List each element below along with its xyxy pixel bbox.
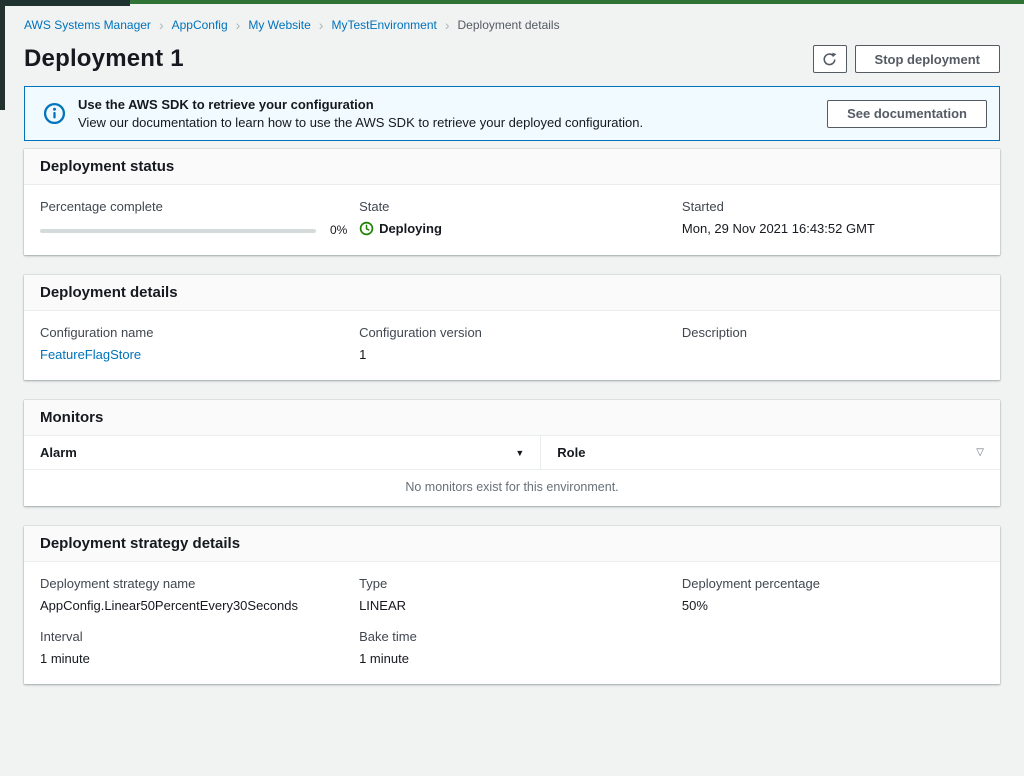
state-label: State [359,199,682,214]
configuration-version-label: Configuration version [359,325,682,340]
refresh-icon [822,52,837,67]
percentage-complete-label: Percentage complete [40,199,359,214]
monitors-empty-state: No monitors exist for this environment. [24,470,1000,506]
page-title: Deployment 1 [24,45,184,73]
monitors-title: Monitors [40,409,103,426]
description-label: Description [682,325,984,340]
started-value: Mon, 29 Nov 2021 16:43:52 GMT [682,221,984,236]
stop-deployment-button[interactable]: Stop deployment [855,45,1000,73]
deployment-strategy-card: Deployment strategy details Deployment s… [24,526,1000,684]
breadcrumb-link-my-website[interactable]: My Website [248,18,310,32]
role-column-label: Role [557,445,585,460]
banner-text-block: Use the AWS SDK to retrieve your configu… [78,97,815,130]
refresh-button[interactable] [813,45,847,73]
configuration-name-label: Configuration name [40,325,359,340]
breadcrumb-link-aws-systems-manager[interactable]: AWS Systems Manager [24,18,151,32]
sortable-icon: ▽ [976,447,984,458]
breadcrumb-separator-icon: › [236,18,241,32]
strategy-name-field: Deployment strategy name AppConfig.Linea… [40,576,359,613]
strategy-type-label: Type [359,576,682,591]
started-field: Started Mon, 29 Nov 2021 16:43:52 GMT [682,199,984,237]
role-column-header[interactable]: Role ▽ [541,436,1000,469]
configuration-version-value: 1 [359,347,682,362]
deployment-details-card: Deployment details Configuration name Fe… [24,275,1000,380]
info-icon [43,102,66,125]
state-text: Deploying [379,221,442,236]
deployment-details-title: Deployment details [40,284,178,301]
percentage-complete-field: Percentage complete 0% [40,199,359,237]
breadcrumb-separator-icon: › [159,18,164,32]
alarm-column-label: Alarm [40,445,77,460]
deployment-details-header: Deployment details [24,275,1000,311]
window-left-edge [0,0,5,110]
strategy-type-value: LINEAR [359,598,682,613]
banner-title: Use the AWS SDK to retrieve your configu… [78,97,815,112]
sort-descending-icon: ▼ [515,448,524,458]
interval-field: Interval 1 minute [40,629,359,666]
deployment-status-title: Deployment status [40,158,174,175]
progress-bar [40,229,316,233]
bake-time-label: Bake time [359,629,682,644]
deploying-clock-icon [359,221,374,236]
deployment-status-card: Deployment status Percentage complete 0%… [24,149,1000,255]
bake-time-value: 1 minute [359,651,682,666]
deployment-percentage-value: 50% [682,598,984,613]
interval-label: Interval [40,629,359,644]
banner-description: View our documentation to learn how to u… [78,115,815,130]
deployment-strategy-title: Deployment strategy details [40,535,240,552]
deployment-percentage-field: Deployment percentage 50% [682,576,984,613]
strategy-name-label: Deployment strategy name [40,576,359,591]
progress-percentage: 0% [330,223,347,237]
state-value: Deploying [359,221,682,236]
interval-value: 1 minute [40,651,359,666]
bake-time-field: Bake time 1 minute [359,629,682,666]
configuration-name-field: Configuration name FeatureFlagStore [40,325,359,362]
breadcrumb-current: Deployment details [458,18,560,32]
window-top-edge-dark [0,0,130,6]
window-top-edge [0,0,1024,4]
breadcrumb-link-mytestenvironment[interactable]: MyTestEnvironment [331,18,436,32]
monitors-card: Monitors Alarm ▼ Role ▽ No monitors exis… [24,400,1000,506]
page-actions: Stop deployment [813,45,1000,73]
state-field: State Deploying [359,199,682,237]
breadcrumb: AWS Systems Manager › AppConfig › My Web… [24,0,1000,32]
monitors-header: Monitors [24,400,1000,436]
started-label: Started [682,199,984,214]
configuration-version-field: Configuration version 1 [359,325,682,362]
info-banner: Use the AWS SDK to retrieve your configu… [24,86,1000,141]
appconfig-deployment-page: AWS Systems Manager › AppConfig › My Web… [0,0,1024,684]
see-documentation-button[interactable]: See documentation [827,100,987,128]
breadcrumb-separator-icon: › [445,18,450,32]
strategy-type-field: Type LINEAR [359,576,682,613]
deployment-percentage-label: Deployment percentage [682,576,984,591]
deployment-status-header: Deployment status [24,149,1000,185]
breadcrumb-separator-icon: › [319,18,324,32]
page-header: Deployment 1 Stop deployment [24,45,1000,73]
deployment-strategy-header: Deployment strategy details [24,526,1000,562]
strategy-name-value: AppConfig.Linear50PercentEvery30Seconds [40,598,359,613]
configuration-name-link[interactable]: FeatureFlagStore [40,347,141,362]
description-field: Description [682,325,984,362]
monitors-table-header: Alarm ▼ Role ▽ [24,436,1000,470]
alarm-column-header[interactable]: Alarm ▼ [24,436,541,469]
breadcrumb-link-appconfig[interactable]: AppConfig [172,18,228,32]
